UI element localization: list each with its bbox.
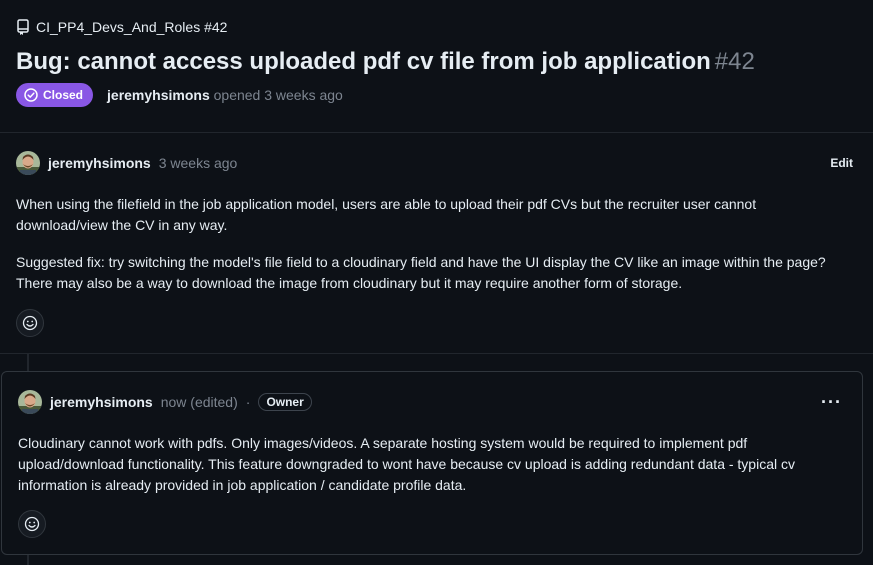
repo-reference-text[interactable]: CI_PP4_Devs_And_Roles #42 <box>36 19 227 35</box>
comment-paragraph: Cloudinary cannot work with pdfs. Only i… <box>18 435 795 493</box>
issue-title: Bug: cannot access uploaded pdf cv file … <box>16 48 755 76</box>
timeline-connector <box>27 555 29 565</box>
kebab-icon[interactable]: ··· <box>821 393 842 411</box>
edit-button[interactable]: Edit <box>830 156 853 170</box>
comment-time[interactable]: 3 weeks ago <box>159 155 238 171</box>
avatar[interactable] <box>16 151 40 175</box>
repo-reference[interactable]: CI_PP4_Devs_And_Roles #42 <box>16 19 227 35</box>
comment-header: jeremyhsimons 3 weeks ago Edit <box>16 151 853 175</box>
add-reaction-button[interactable] <box>18 510 46 538</box>
avatar[interactable] <box>18 390 42 414</box>
separator-dot: · <box>245 394 251 410</box>
state-label: Closed <box>43 88 84 102</box>
repo-icon <box>16 19 30 35</box>
owner-badge: Owner <box>258 393 312 411</box>
smiley-icon <box>24 516 40 532</box>
add-reaction-button[interactable] <box>16 309 44 337</box>
comment-author[interactable]: jeremyhsimons <box>48 155 151 171</box>
comment-author[interactable]: jeremyhsimons <box>50 394 153 410</box>
issue-number: #42 <box>714 48 755 75</box>
comment-opening: jeremyhsimons 3 weeks ago Edit When usin… <box>0 133 873 353</box>
comment-reply: jeremyhsimons now (edited) · Owner ··· C… <box>1 371 863 555</box>
comment-time-edited[interactable]: now (edited) <box>161 394 238 410</box>
issue-meta: Closed jeremyhsimons opened 3 weeks ago <box>16 83 343 107</box>
check-circle-icon <box>24 88 38 102</box>
comment-divider <box>0 353 873 354</box>
opened-text: opened 3 weeks ago <box>213 87 343 103</box>
comment-header: jeremyhsimons now (edited) · Owner ··· <box>18 390 842 414</box>
issue-title-text: Bug: cannot access uploaded pdf cv file … <box>16 48 711 75</box>
comment-paragraph: Suggested fix: try switching the model's… <box>16 254 826 291</box>
issue-page: CI_PP4_Devs_And_Roles #42 Bug: cannot ac… <box>0 0 873 565</box>
smiley-icon <box>22 315 38 331</box>
issue-author-link[interactable]: jeremyhsimons <box>107 87 210 103</box>
timeline-connector <box>27 354 29 371</box>
comment-paragraph: When using the filefield in the job appl… <box>16 196 757 233</box>
closed-state-badge: Closed <box>16 83 94 107</box>
